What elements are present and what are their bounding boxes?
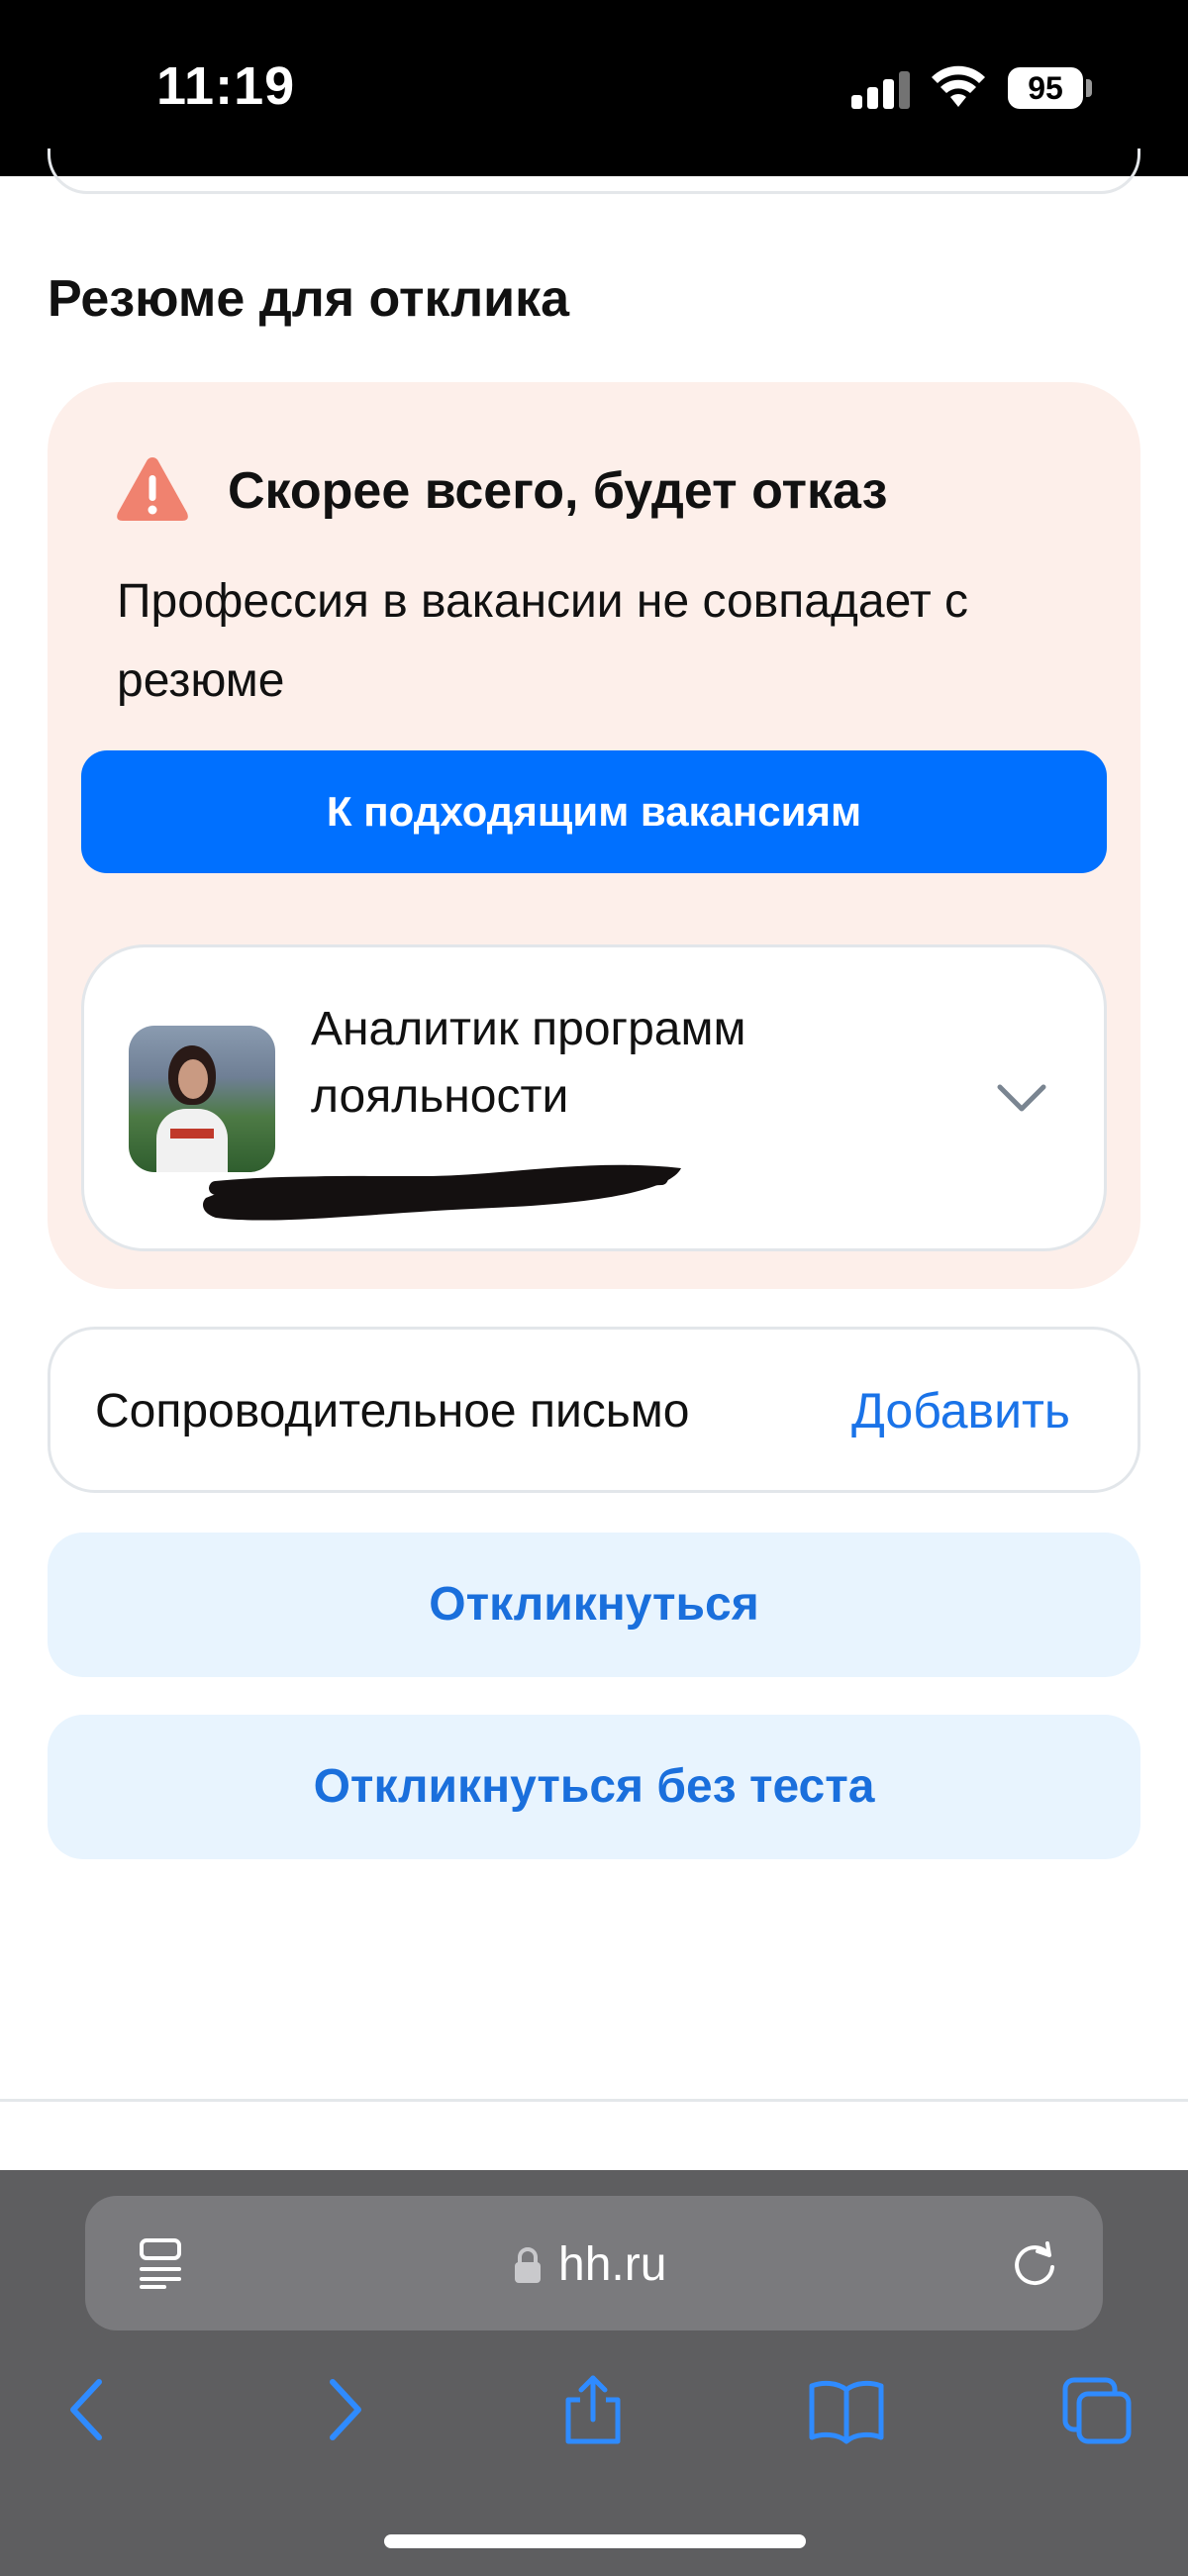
wifi-icon: [932, 65, 985, 107]
battery-indicator: 95: [1008, 67, 1083, 109]
back-icon[interactable]: [65, 2374, 109, 2445]
home-indicator: [384, 2534, 806, 2548]
reader-icon[interactable]: [139, 2237, 182, 2289]
reload-icon[interactable]: [1010, 2239, 1059, 2289]
forward-icon[interactable]: [323, 2374, 366, 2445]
status-time: 11:19: [156, 56, 296, 116]
warning-text: Профессия в вакансии не совпадает с резю…: [117, 575, 969, 707]
tabs-icon[interactable]: [1061, 2374, 1133, 2445]
respond-without-test-button[interactable]: Откликнуться без теста: [48, 1715, 1140, 1859]
chevron-down-icon[interactable]: [994, 1079, 1049, 1119]
battery-tip: [1086, 79, 1092, 97]
bookmarks-icon[interactable]: [808, 2374, 885, 2445]
warning-title: Скорее всего, будет отказ: [228, 462, 888, 520]
warning-triangle-icon: [117, 457, 188, 521]
cover-letter-label: Сопроводительное письмо: [95, 1385, 690, 1437]
lock-icon: [515, 2247, 541, 2283]
previous-card-edge: [48, 149, 1140, 194]
url-text: hh.ru: [558, 2238, 667, 2291]
add-cover-letter-button[interactable]: Добавить: [851, 1382, 1070, 1439]
respond-button[interactable]: Откликнуться: [48, 1533, 1140, 1677]
cellular-signal-icon: [851, 69, 911, 109]
share-icon[interactable]: [560, 2374, 626, 2445]
suitable-vacancies-button[interactable]: К подходящим вакансиям: [81, 750, 1107, 873]
redacted-scribble: [203, 1164, 681, 1221]
resume-title: Аналитик программ лояльности: [311, 1003, 746, 1123]
section-title: Резюме для отклика: [48, 270, 570, 328]
divider: [0, 2099, 1188, 2102]
